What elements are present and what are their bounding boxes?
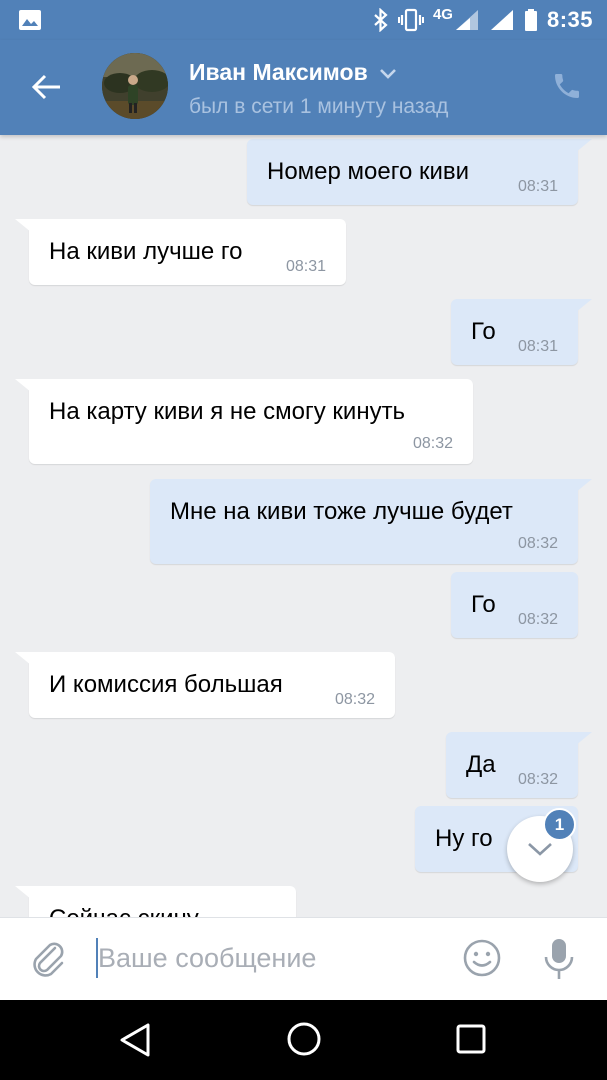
bubble-tail: [15, 652, 37, 670]
chat-header: Иван Максимов был в сети 1 минуту назад: [0, 40, 607, 135]
contact-name[interactable]: Иван Максимов: [189, 59, 368, 86]
message-text: Мне на киви тоже лучше будет: [170, 498, 513, 525]
battery-icon: [524, 9, 537, 31]
smile-icon[interactable]: [462, 938, 502, 978]
vibrate-icon: [397, 8, 424, 32]
message-text: Го: [471, 591, 496, 618]
message-time: 08:32: [517, 535, 558, 552]
nav-home-icon[interactable]: [285, 1020, 323, 1058]
bubble-tail: [570, 139, 592, 157]
last-seen-status: был в сети 1 минуту назад: [189, 95, 449, 118]
message-list[interactable]: Номер моего киви 08:31 На киви лучше го …: [0, 135, 607, 917]
message-incoming[interactable]: И комиссия большая 08:32: [15, 652, 395, 718]
gallery-icon: [19, 10, 41, 30]
message-text: Ну го: [435, 825, 493, 852]
message-input[interactable]: [98, 936, 448, 980]
bubble-tail: [570, 299, 592, 317]
signal-icon: [490, 10, 513, 30]
message-outgoing[interactable]: Го 08:32: [451, 572, 578, 638]
signal-icon: [455, 10, 478, 30]
bubble-tail: [15, 886, 37, 904]
message-outgoing[interactable]: Го 08:31: [451, 299, 592, 365]
chevron-down-icon[interactable]: [378, 66, 398, 80]
message-text: Сейчас скину: [49, 905, 199, 917]
message-text: И комиссия большая: [49, 671, 283, 698]
message-text: Го: [471, 318, 496, 345]
message-incoming[interactable]: На киви лучше го 08:31: [15, 219, 346, 285]
message-time: 08:32: [334, 691, 375, 708]
paperclip-icon[interactable]: [28, 938, 68, 980]
message-outgoing[interactable]: Мне на киви тоже лучше будет 08:32: [150, 479, 592, 564]
back-arrow-icon[interactable]: [30, 70, 64, 104]
message-text: Номер моего киви: [267, 158, 470, 185]
message-text: Да: [466, 751, 496, 778]
unread-badge: 1: [543, 808, 576, 841]
nav-back-icon[interactable]: [118, 1022, 152, 1058]
message-time: 08:31: [285, 258, 326, 275]
status-bar: 4G 8:35: [0, 0, 607, 40]
message-time: 08:31: [517, 338, 558, 355]
message-incoming[interactable]: На карту киви я не смогу кинуть 08:32: [15, 379, 473, 464]
message-text: На киви лучше го: [49, 238, 243, 265]
message-composer: [0, 917, 607, 1000]
message-time: 08:32: [412, 435, 453, 452]
message-outgoing[interactable]: Номер моего киви 08:31: [247, 139, 592, 205]
microphone-icon[interactable]: [541, 936, 577, 982]
bluetooth-icon: [374, 8, 388, 32]
avatar[interactable]: [102, 53, 168, 119]
message-time: 08:32: [517, 611, 558, 628]
phone-icon[interactable]: [551, 70, 583, 102]
message-incoming[interactable]: Сейчас скину: [15, 886, 296, 917]
chevron-down-icon: [528, 843, 552, 856]
system-nav-bar: [0, 1000, 607, 1080]
bubble-tail: [15, 379, 37, 397]
network-type: 4G: [432, 5, 453, 23]
message-time: 08:31: [517, 178, 558, 195]
nav-recents-icon[interactable]: [455, 1023, 487, 1055]
message-text: На карту киви я не смогу кинуть: [49, 398, 406, 425]
bubble-tail: [570, 732, 592, 750]
message-outgoing[interactable]: Да 08:32: [446, 732, 592, 798]
message-time: 08:32: [517, 771, 558, 788]
bubble-tail: [570, 479, 592, 497]
bubble-tail: [15, 219, 37, 237]
clock: 8:35: [546, 7, 593, 32]
